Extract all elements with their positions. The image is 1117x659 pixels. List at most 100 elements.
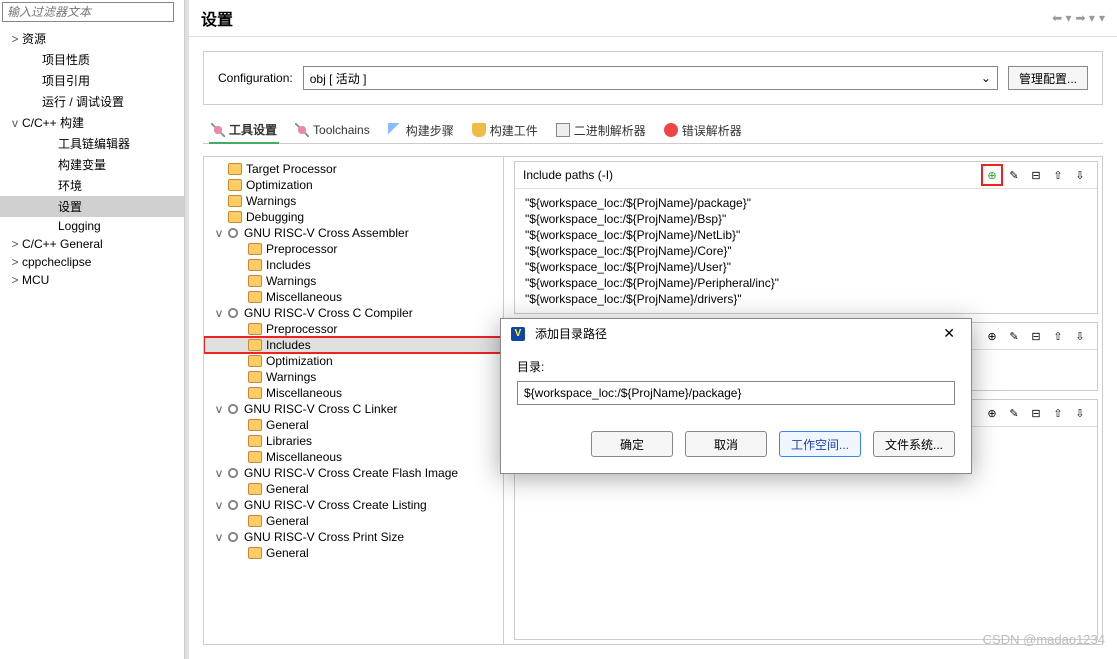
nav-item[interactable]: 设置 bbox=[0, 196, 184, 217]
move-up-button[interactable]: ⇧ bbox=[1049, 404, 1067, 422]
folder-icon bbox=[248, 339, 262, 351]
nav-label: 环境 bbox=[58, 177, 82, 194]
add-file-button[interactable]: ⊕ bbox=[983, 404, 1001, 422]
move-down-button[interactable]: ⇩ bbox=[1071, 404, 1089, 422]
nav-item[interactable]: >MCU bbox=[0, 271, 184, 289]
tool-item[interactable]: vGNU RISC-V Cross C Linker bbox=[204, 401, 503, 417]
nav-item[interactable]: >C/C++ General bbox=[0, 235, 184, 253]
path-item[interactable]: "${workspace_loc:/${ProjName}/Bsp}" bbox=[525, 211, 1087, 227]
nav-item[interactable]: 运行 / 调试设置 bbox=[0, 91, 184, 112]
path-item[interactable]: "${workspace_loc:/${ProjName}/drivers}" bbox=[525, 291, 1087, 307]
move-up-button[interactable]: ⇧ bbox=[1049, 166, 1067, 184]
directory-input[interactable] bbox=[517, 381, 955, 405]
tab[interactable]: Toolchains bbox=[293, 117, 372, 143]
move-up-button[interactable]: ⇧ bbox=[1049, 327, 1067, 345]
path-item[interactable]: "${workspace_loc:/${ProjName}/Core}" bbox=[525, 243, 1087, 259]
tool-item[interactable]: Miscellaneous bbox=[204, 289, 503, 305]
nav-label: 工具链编辑器 bbox=[58, 135, 130, 152]
edit-path-button[interactable]: ✎ bbox=[1005, 166, 1023, 184]
tool-item[interactable]: Miscellaneous bbox=[204, 449, 503, 465]
nav-item[interactable]: >资源 bbox=[0, 28, 184, 49]
tab[interactable]: 错误解析器 bbox=[662, 117, 744, 143]
tool-item[interactable]: Optimization bbox=[204, 353, 503, 369]
tool-item[interactable]: Target Processor bbox=[204, 161, 503, 177]
include-paths-list[interactable]: "${workspace_loc:/${ProjName}/package}""… bbox=[515, 189, 1097, 313]
add-path-button[interactable]: ⊕ bbox=[983, 166, 1001, 184]
edit-file-button[interactable]: ✎ bbox=[1005, 404, 1023, 422]
tab[interactable]: 构建工件 bbox=[470, 117, 540, 143]
tab[interactable]: 工具设置 bbox=[209, 117, 279, 144]
tab[interactable]: 构建步骤 bbox=[386, 117, 456, 143]
path-item[interactable]: "${workspace_loc:/${ProjName}/NetLib}" bbox=[525, 227, 1087, 243]
tool-label: GNU RISC-V Cross C Linker bbox=[244, 402, 397, 416]
path-item[interactable]: "${workspace_loc:/${ProjName}/User}" bbox=[525, 259, 1087, 275]
tool-item[interactable]: Includes bbox=[204, 257, 503, 273]
nav-item[interactable]: 项目引用 bbox=[0, 70, 184, 91]
tool-label: Debugging bbox=[246, 210, 304, 224]
tool-item[interactable]: Warnings bbox=[204, 193, 503, 209]
filter-input[interactable] bbox=[2, 2, 174, 22]
menu-icon[interactable]: ▾ bbox=[1099, 11, 1105, 25]
config-select[interactable]: obj [ 活动 ] ⌄ bbox=[303, 66, 998, 90]
tool-item[interactable]: Debugging bbox=[204, 209, 503, 225]
tool-item[interactable]: v GNU RISC-V Cross C Compiler bbox=[204, 305, 503, 321]
tool-item[interactable]: vGNU RISC-V Cross Assembler bbox=[204, 225, 503, 241]
nav-item[interactable]: 工具链编辑器 bbox=[0, 133, 184, 154]
filesystem-button[interactable]: 文件系统... bbox=[873, 431, 955, 457]
tool-item[interactable]: General bbox=[204, 417, 503, 433]
nav-item[interactable]: 项目性质 bbox=[0, 49, 184, 70]
tool-item[interactable]: Preprocessor bbox=[204, 241, 503, 257]
tool-label: General bbox=[266, 514, 309, 528]
delete-button[interactable]: ⊟ bbox=[1027, 327, 1045, 345]
tab[interactable]: 二进制解析器 bbox=[554, 117, 648, 143]
tool-item[interactable]: vGNU RISC-V Cross Print Size bbox=[204, 529, 503, 545]
tool-item[interactable]: Optimization bbox=[204, 177, 503, 193]
delete-path-button[interactable]: ⊟ bbox=[1027, 166, 1045, 184]
tab-label: 二进制解析器 bbox=[574, 122, 646, 139]
tool-item[interactable]: Libraries bbox=[204, 433, 503, 449]
config-row: Configuration: obj [ 活动 ] ⌄ 管理配置... bbox=[203, 51, 1103, 105]
delete-file-button[interactable]: ⊟ bbox=[1027, 404, 1045, 422]
back-icon[interactable]: ⬅ ▾ bbox=[1052, 11, 1071, 25]
expander-icon: v bbox=[212, 226, 226, 240]
manage-config-button[interactable]: 管理配置... bbox=[1008, 66, 1088, 90]
tool-item[interactable]: General bbox=[204, 513, 503, 529]
tool-label: Miscellaneous bbox=[266, 450, 342, 464]
move-down-button[interactable]: ⇩ bbox=[1071, 166, 1089, 184]
edit-button[interactable]: ✎ bbox=[1005, 327, 1023, 345]
chevron-down-icon: ⌄ bbox=[981, 71, 991, 85]
tool-item[interactable]: Preprocessor bbox=[204, 321, 503, 337]
add-button[interactable]: ⊕ bbox=[983, 327, 1001, 345]
tool-item[interactable]: vGNU RISC-V Cross Create Flash Image bbox=[204, 465, 503, 481]
nav-item[interactable]: >cppcheclipse bbox=[0, 253, 184, 271]
nav-item[interactable]: vC/C++ 构建 bbox=[0, 112, 184, 133]
tool-item[interactable]: General bbox=[204, 545, 503, 561]
tool-item[interactable]: Includes bbox=[204, 337, 503, 353]
expander-icon: > bbox=[8, 273, 22, 287]
nav-item[interactable]: 构建变量 bbox=[0, 154, 184, 175]
tool-item[interactable]: Miscellaneous bbox=[204, 385, 503, 401]
nav-item[interactable]: Logging bbox=[0, 217, 184, 235]
close-icon[interactable]: ✕ bbox=[937, 325, 961, 342]
tool-label: GNU RISC-V Cross Print Size bbox=[244, 530, 404, 544]
tab-label: 错误解析器 bbox=[682, 122, 742, 139]
tool-item[interactable]: vGNU RISC-V Cross Create Listing bbox=[204, 497, 503, 513]
cancel-button[interactable]: 取消 bbox=[685, 431, 767, 457]
tool-item[interactable]: Warnings bbox=[204, 273, 503, 289]
move-down-button[interactable]: ⇩ bbox=[1071, 327, 1089, 345]
folder-icon bbox=[248, 435, 262, 447]
path-item[interactable]: "${workspace_loc:/${ProjName}/Peripheral… bbox=[525, 275, 1087, 291]
tool-item[interactable]: Warnings bbox=[204, 369, 503, 385]
folder-icon bbox=[248, 323, 262, 335]
expander-icon: v bbox=[212, 306, 226, 320]
tool-label: Warnings bbox=[266, 370, 316, 384]
tool-item[interactable]: General bbox=[204, 481, 503, 497]
nav-label: 构建变量 bbox=[58, 156, 106, 173]
ok-button[interactable]: 确定 bbox=[591, 431, 673, 457]
tool-label: GNU RISC-V Cross C Compiler bbox=[244, 306, 413, 320]
path-item[interactable]: "${workspace_loc:/${ProjName}/package}" bbox=[525, 195, 1087, 211]
workspace-button[interactable]: 工作空间... bbox=[779, 431, 861, 457]
forward-icon[interactable]: ➡ ▾ bbox=[1076, 11, 1095, 25]
nav-item[interactable]: 环境 bbox=[0, 175, 184, 196]
expander-icon: v bbox=[212, 466, 226, 480]
